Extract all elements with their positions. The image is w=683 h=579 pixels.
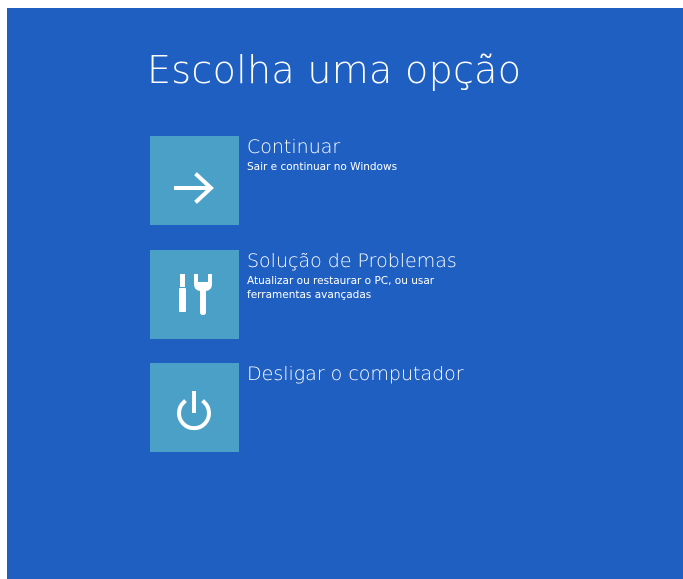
tools-icon [179, 274, 212, 315]
troubleshoot-title: Solução de Problemas [247, 250, 457, 272]
recovery-screen: Escolha uma opção Continuar Sair e conti… [7, 8, 683, 579]
shutdown-title: Desligar o computador [247, 363, 464, 385]
continue-tile[interactable] [150, 136, 239, 225]
option-shutdown[interactable]: Desligar o computador [150, 363, 510, 453]
troubleshoot-text: Solução de Problemas Atualizar ou restau… [247, 250, 477, 302]
power-icon [177, 391, 211, 431]
troubleshoot-tile[interactable] [150, 250, 239, 339]
option-continue[interactable]: Continuar Sair e continuar no Windows [150, 136, 510, 226]
continue-title: Continuar [247, 136, 341, 158]
troubleshoot-description: Atualizar ou restaurar o PC, ou usar fer… [247, 275, 435, 301]
continue-description: Sair e continuar no Windows [247, 161, 398, 173]
shutdown-text: Desligar o computador [247, 363, 477, 385]
page-title: Escolha uma opção [147, 48, 522, 92]
arrow-right-icon [174, 172, 214, 204]
option-troubleshoot[interactable]: Solução de Problemas Atualizar ou restau… [150, 250, 510, 340]
shutdown-tile[interactable] [150, 363, 239, 452]
continue-text: Continuar Sair e continuar no Windows [247, 136, 477, 174]
